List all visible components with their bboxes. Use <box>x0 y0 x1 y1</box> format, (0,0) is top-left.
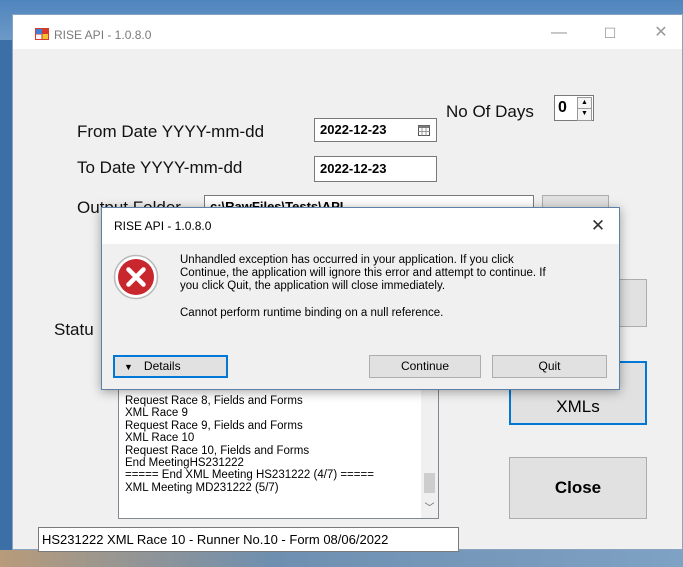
maximize-button[interactable]: ☐ <box>588 19 632 47</box>
from-date-value: 2022-12-23 <box>320 122 387 137</box>
close-button[interactable]: Close <box>509 457 647 519</box>
window-close-button[interactable]: ✕ <box>639 19 683 47</box>
dialog-message-line: you click Quit, the application will clo… <box>180 280 446 292</box>
log-lines: Request Race 8, Fields and Forms XML Rac… <box>125 395 374 494</box>
log-line: ===== End XML Meeting HS231222 (4/7) ===… <box>125 469 374 482</box>
to-date-field[interactable]: 2022-12-23 <box>314 156 437 182</box>
dialog-error-detail: Cannot perform runtime binding on a null… <box>180 307 444 319</box>
dialog-title-bar: RISE API - 1.0.8.0 ✕ <box>102 208 619 244</box>
error-dialog: RISE API - 1.0.8.0 ✕ Unhandled exception… <box>101 207 620 390</box>
expand-arrow-icon: ▼ <box>124 362 133 372</box>
log-line: End MeetingHS231222 <box>125 457 244 470</box>
no-of-days-stepper[interactable]: 0 ▲ ▼ <box>554 95 594 121</box>
log-line: Request Race 8, Fields and Forms <box>125 395 303 407</box>
log-line: XML Race 10 <box>125 432 195 445</box>
stepper-down-icon[interactable]: ▼ <box>577 108 592 121</box>
no-of-days-value: 0 <box>558 99 567 116</box>
dialog-close-button[interactable]: ✕ <box>583 213 613 239</box>
minimize-button[interactable]: — <box>537 19 581 47</box>
calendar-icon[interactable] <box>418 125 430 136</box>
title-bar: RISE API - 1.0.8.0 — ☐ ✕ <box>13 15 682 49</box>
status-label: Statu <box>54 320 94 339</box>
dialog-message-line: Continue, the application will ignore th… <box>180 267 546 279</box>
desktop-taskbar-strip <box>0 550 683 567</box>
scroll-down-icon[interactable]: ﹀ <box>421 502 438 516</box>
log-line: XML Meeting MD231222 (5/7) <box>125 481 279 494</box>
details-button-label: Details <box>143 359 181 373</box>
dialog-message: Unhandled exception has occurred in your… <box>180 254 600 320</box>
continue-button[interactable]: Continue <box>369 355 481 378</box>
no-of-days-label: No Of Days <box>446 102 534 121</box>
quit-button[interactable]: Quit <box>492 355 607 378</box>
details-button[interactable]: ▼ Details <box>113 355 228 378</box>
scrollbar-thumb[interactable] <box>424 473 435 493</box>
dialog-message-line: Unhandled exception has occurred in your… <box>180 254 514 266</box>
window-title: RISE API - 1.0.8.0 <box>54 28 152 42</box>
error-icon <box>113 254 159 300</box>
log-line: Request Race 10, Fields and Forms <box>125 444 310 457</box>
to-date-label: To Date YYYY-mm-dd <box>77 158 243 177</box>
log-line: XML Race 9 <box>125 407 188 420</box>
from-date-picker[interactable]: 2022-12-23 <box>314 118 437 142</box>
status-bar: HS231222 XML Race 10 - Runner No.10 - Fo… <box>38 527 459 552</box>
log-line: Request Race 9, Fields and Forms <box>125 419 303 432</box>
from-date-label: From Date YYYY-mm-dd <box>77 122 265 141</box>
dialog-title: RISE API - 1.0.8.0 <box>114 219 212 233</box>
app-icon <box>35 28 49 40</box>
